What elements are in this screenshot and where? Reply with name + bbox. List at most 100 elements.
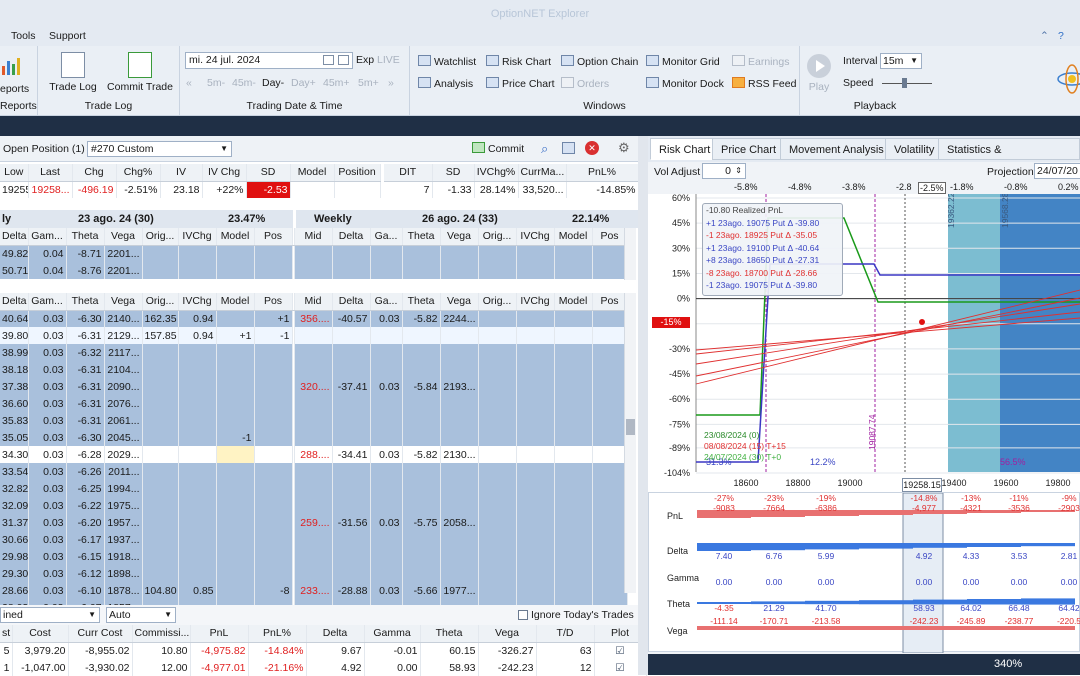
col-header[interactable]: Theta — [402, 228, 441, 246]
col-header[interactable]: Model — [554, 293, 593, 311]
reports-icon[interactable] — [0, 54, 22, 76]
chain-scrollbar[interactable] — [624, 293, 636, 593]
col-header[interactable]: PnL% — [248, 625, 307, 643]
tab-price-chart[interactable]: Price Chart — [712, 138, 786, 160]
col-header[interactable]: Delta — [306, 625, 365, 643]
col-header[interactable]: Vega — [104, 293, 143, 311]
chain-row[interactable]: 34.30 0.03 -6.28 2029... 288.... -34.41 0.03 -5… — [0, 446, 628, 463]
auto-select[interactable]: Auto ▼ — [106, 607, 176, 623]
stepper-icon[interactable]: ⇕ — [735, 164, 742, 178]
col-header[interactable]: Vega — [440, 228, 479, 246]
projection-date-input[interactable]: 24/07/20 — [1034, 163, 1080, 179]
trade-log-button[interactable]: Trade Log — [47, 52, 99, 93]
menu-support[interactable]: Support — [49, 30, 86, 42]
option-chain-button[interactable]: Option Chain — [561, 55, 638, 68]
export-icon[interactable] — [562, 142, 575, 154]
col-header[interactable]: st — [0, 625, 13, 643]
step-forward-icon[interactable]: » — [388, 77, 394, 89]
speed-slider-thumb[interactable] — [902, 78, 907, 88]
price-chart-button[interactable]: Price Chart — [486, 77, 555, 90]
calendar-icon[interactable] — [323, 55, 334, 65]
col-header[interactable]: Cost — [12, 625, 69, 643]
chain-row[interactable]: 38.99 0.03 -6.32 2117... — [0, 344, 628, 361]
commit-button[interactable]: Commit — [472, 142, 524, 155]
analysis-button[interactable]: Analysis — [418, 77, 473, 90]
tab-volatility[interactable]: Volatility — [885, 138, 944, 160]
collapse-ribbon-icon[interactable]: ⌃ — [1040, 30, 1049, 42]
risk-chart-button[interactable]: Risk Chart — [486, 55, 551, 68]
legend-entry[interactable]: +1 23ago. 19100 Put Δ -40.64 — [703, 242, 842, 255]
speed-slider[interactable] — [882, 78, 932, 88]
col-header[interactable]: IVChg — [178, 293, 217, 311]
reports-button[interactable]: eports — [0, 83, 29, 95]
watchlist-button[interactable]: Watchlist — [418, 55, 476, 68]
orders-button[interactable]: Orders — [561, 77, 609, 90]
legend-entry[interactable]: -10.80 Realized PnL — [703, 204, 842, 217]
vol-adjust-stepper[interactable]: 0 ⇕ — [702, 163, 746, 179]
chain-scroll-thumb[interactable] — [626, 419, 635, 435]
date-legend-entry[interactable]: 24/07/2024 (30) T+0 — [704, 452, 786, 463]
trade-row[interactable]: 1 -1,047.00 -3,930.02 12.00 -4,977.01 -21.16%… — [0, 659, 647, 676]
col-header[interactable]: Model — [216, 293, 255, 311]
chain-row[interactable]: 50.71 0.04 -8.76 2201... — [0, 262, 628, 279]
col-header[interactable]: IVChg — [516, 293, 555, 311]
chain-row[interactable]: 31.37 0.03 -6.20 1957... 259.... -31.56 0.03 -5… — [0, 514, 628, 531]
chain-row[interactable]: 28.66 0.03 -6.10 1878... 104.80 0.85 -8 233....… — [0, 582, 628, 599]
step-5m-back[interactable]: 5m- — [207, 77, 225, 89]
chain-row[interactable]: 36.60 0.03 -6.31 2076... — [0, 395, 628, 412]
tab-movement-analysis[interactable]: Movement Analysis — [780, 138, 893, 160]
col-header[interactable]: Pos — [254, 293, 293, 311]
search-icon[interactable]: ⌕ — [541, 141, 548, 157]
col-header[interactable]: Vega — [104, 228, 143, 246]
chain-row[interactable]: 32.09 0.03 -6.22 1975... — [0, 497, 628, 514]
chain-row[interactable]: 35.05 0.03 -6.30 2045... -1 — [0, 429, 628, 446]
monitor-grid-button[interactable]: Monitor Grid — [646, 55, 720, 68]
legend-entry[interactable]: -1 23ago. 18925 Put Δ -35.05 — [703, 229, 842, 242]
interval-select[interactable]: 15m ▼ — [880, 53, 922, 69]
gear-icon[interactable]: ⚙ — [618, 140, 630, 156]
col-header[interactable]: Pos — [254, 228, 293, 246]
step-45m-back[interactable]: 45m- — [232, 77, 256, 89]
step-day-back[interactable]: Day- — [262, 77, 284, 89]
col-header[interactable]: Orig... — [142, 293, 179, 311]
chain-row[interactable]: 29.30 0.03 -6.12 1898... — [0, 565, 628, 582]
exp-toggle[interactable]: Exp LIVE — [356, 54, 400, 66]
chain-row[interactable]: 49.82 0.04 -8.71 2201... — [0, 245, 628, 262]
position-select[interactable]: #270 Custom ▼ — [87, 141, 232, 157]
col-header[interactable]: Gam... — [28, 228, 67, 246]
chain-row[interactable]: 38.18 0.03 -6.31 2104... — [0, 361, 628, 378]
col-header[interactable]: Theta — [402, 293, 441, 311]
date-input[interactable]: mi. 24 jul. 2024 — [185, 52, 353, 69]
tab-risk-chart[interactable]: Risk Chart — [650, 138, 720, 160]
col-header[interactable]: Curr Cost — [68, 625, 133, 643]
play-button[interactable]: Play — [804, 54, 834, 93]
col-header[interactable]: Vega — [440, 293, 479, 311]
col-header[interactable]: Delta — [0, 293, 29, 311]
chain-row[interactable]: 32.82 0.03 -6.25 1994... — [0, 480, 628, 497]
col-header[interactable]: T/D — [536, 625, 595, 643]
col-header[interactable]: Pos — [592, 228, 628, 246]
rss-feed-button[interactable]: RSS Feed — [732, 77, 796, 90]
trade-row[interactable]: 5 3,979.20 -8,955.02 10.80 -4,975.82 -14.84% 9… — [0, 642, 647, 659]
col-header[interactable]: Orig... — [142, 228, 179, 246]
col-header[interactable]: Model — [554, 228, 593, 246]
col-header[interactable]: Ga... — [370, 293, 403, 311]
chain-row[interactable]: 30.66 0.03 -6.17 1937... — [0, 531, 628, 548]
chain-row[interactable]: 33.54 0.03 -6.26 2011... — [0, 463, 628, 480]
help-icon[interactable]: ? — [1058, 30, 1064, 42]
col-header[interactable]: Gamma — [364, 625, 421, 643]
col-header[interactable]: Model — [216, 228, 255, 246]
ignore-trades-checkbox[interactable] — [518, 610, 528, 620]
col-header[interactable]: Pos — [592, 293, 628, 311]
close-position-icon[interactable]: ✕ — [585, 141, 599, 155]
risk-chart[interactable]: 60% 45% 30% 15% 0% -15% -30% -45% -60% -75% -89% -1… — [648, 192, 1080, 492]
commit-trade-button[interactable]: Commit Trade — [104, 52, 176, 93]
step-back-icon[interactable]: « — [186, 77, 192, 89]
date-legend-entry[interactable]: 23/08/2024 (0) — [704, 430, 786, 441]
chain-row[interactable]: 39.80 0.03 -6.31 2129... 157.85 0.94 +1 -1 — [0, 327, 628, 344]
col-header[interactable]: Vega — [478, 625, 537, 643]
chain-row[interactable]: 37.38 0.03 -6.31 2090... 320.... -37.41 0.03 -5… — [0, 378, 628, 395]
col-header[interactable]: Orig... — [478, 293, 517, 311]
col-header[interactable]: Delta — [332, 293, 371, 311]
monitor-dock-button[interactable]: Monitor Dock — [646, 77, 724, 90]
